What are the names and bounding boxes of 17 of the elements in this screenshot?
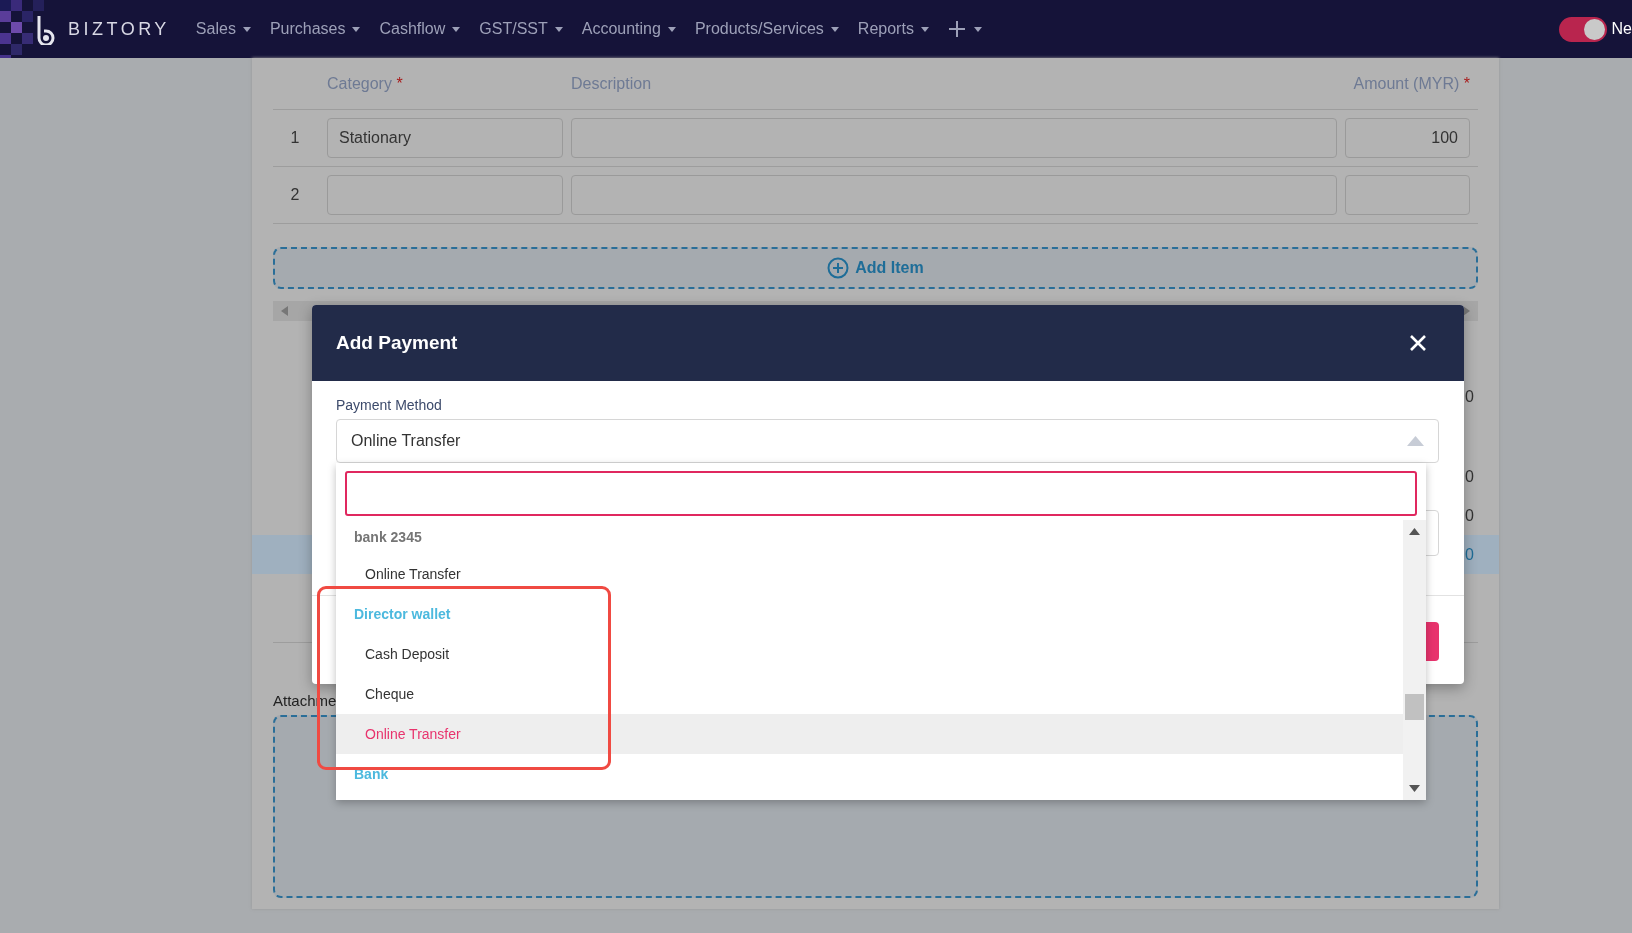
summary-value: 0 xyxy=(1465,506,1474,525)
summary-value: 0 xyxy=(1465,545,1474,564)
dialog-title: Add Payment xyxy=(336,332,458,354)
column-header: Amount (MYR) xyxy=(1353,74,1460,92)
column-header: Description xyxy=(571,74,652,92)
option-group-label: Director wallet xyxy=(353,605,452,624)
summary-value: 0 xyxy=(1465,467,1474,486)
row-number: 2 xyxy=(289,186,301,204)
column-header: Category xyxy=(327,74,392,92)
toggle-label: Ne xyxy=(1611,20,1632,38)
row-number: 1 xyxy=(289,129,301,147)
field-label: Payment Method xyxy=(336,397,443,413)
option-group-label: bank 2345 xyxy=(353,528,423,547)
required-mark: * xyxy=(396,74,403,92)
brand-name: BIZTORY xyxy=(68,18,170,40)
summary-value: 0 xyxy=(1465,387,1474,406)
required-mark: * xyxy=(1463,74,1470,92)
